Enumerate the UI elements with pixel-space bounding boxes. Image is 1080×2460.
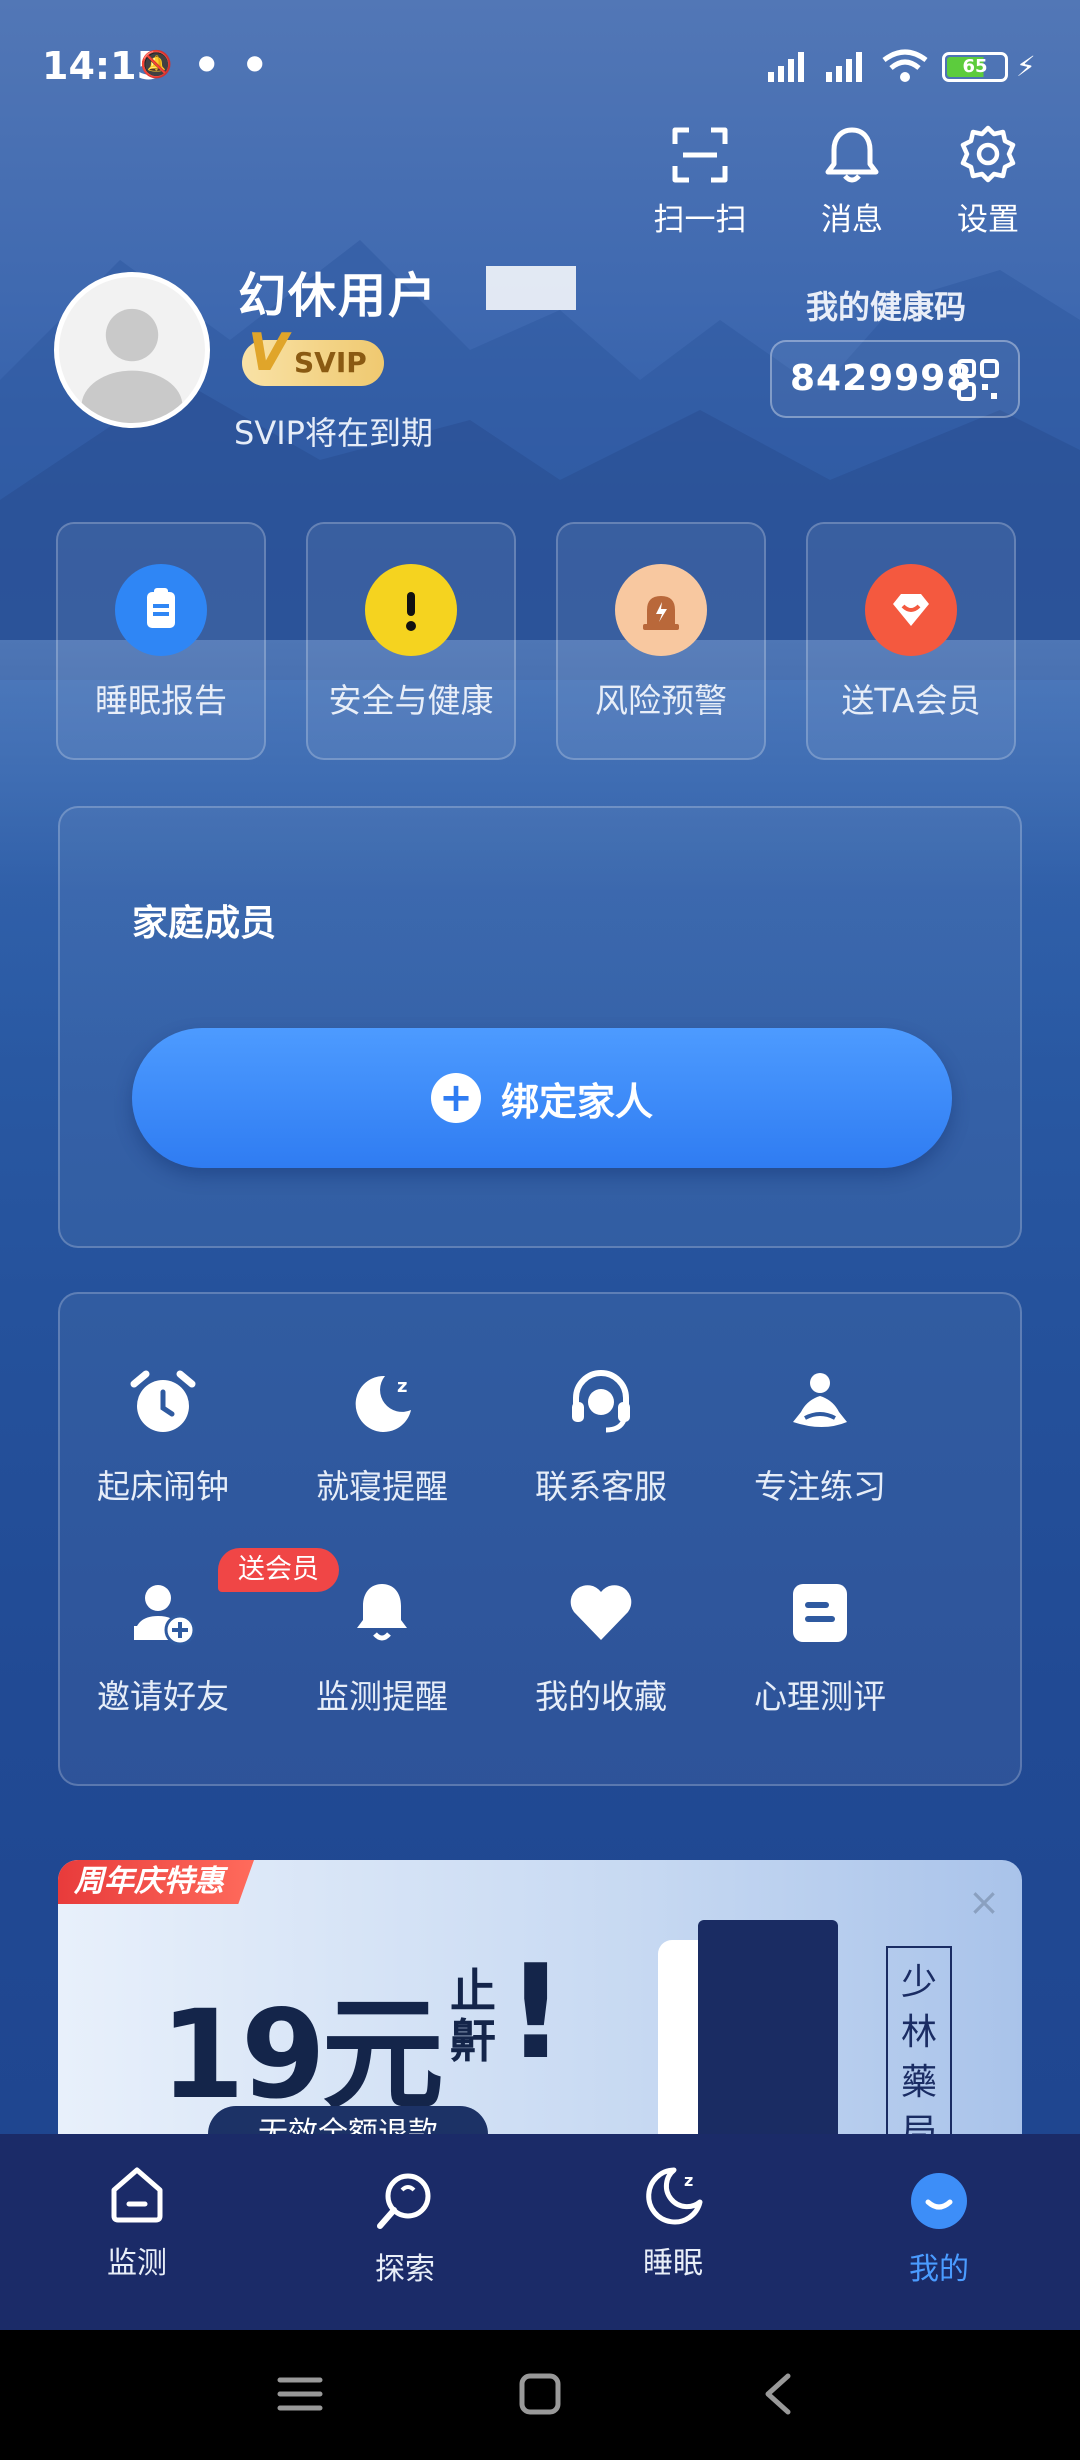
report-icon xyxy=(115,564,207,656)
app-notification-icon: ● xyxy=(246,50,264,74)
messages-label: 消息 xyxy=(821,202,883,238)
tool-label: 就寝提醒 xyxy=(316,1467,448,1506)
wifi-icon xyxy=(882,49,928,82)
promo-brand: 少林藥局 xyxy=(886,1946,952,2140)
assessment-icon xyxy=(793,1584,847,1642)
tool-label: 联系客服 xyxy=(535,1467,667,1506)
family-title: 家庭成员 xyxy=(132,903,277,944)
moon-icon: z xyxy=(646,2167,703,2225)
family-card: 家庭成员 + 绑定家人 xyxy=(58,806,1022,1248)
tool-label: 我的收藏 xyxy=(535,1677,667,1716)
nav-label: 我的 xyxy=(909,2252,969,2287)
tile-sleep-report[interactable]: 睡眠报告 xyxy=(56,522,266,760)
status-bar: 14:15 🔕 ● ● 65 ⚡ xyxy=(0,0,1080,130)
signal-icon xyxy=(768,52,804,82)
username[interactable]: 幻休用户 xyxy=(238,256,438,326)
promo-product-word: 止鼾 xyxy=(450,1964,496,2068)
system-nav-bar xyxy=(0,2330,1080,2460)
meditation-icon xyxy=(793,1373,847,1427)
add-user-icon xyxy=(134,1585,196,1646)
product-box-image xyxy=(698,1920,838,2140)
nav-label: 监测 xyxy=(107,2246,167,2281)
plus-icon: + xyxy=(430,1073,481,1123)
mute-bell-icon: 🔕 xyxy=(140,50,173,80)
tool-label: 监测提醒 xyxy=(316,1677,448,1716)
menu-icon[interactable] xyxy=(260,2364,340,2424)
svip-badge[interactable]: V SVIP xyxy=(242,327,384,386)
tool-focus-practice[interactable]: 专注练习 xyxy=(711,1366,929,1508)
vip-v-icon: V xyxy=(248,323,289,383)
smile-icon xyxy=(911,2173,967,2229)
home-square-icon[interactable] xyxy=(500,2364,580,2424)
tile-label: 送TA会员 xyxy=(841,681,981,720)
charging-icon: ⚡ xyxy=(1016,50,1036,83)
tile-label: 安全与健康 xyxy=(328,681,494,720)
bind-family-button[interactable]: + 绑定家人 xyxy=(132,1028,952,1168)
tool-invite-friends[interactable]: 邀请好友 xyxy=(54,1576,272,1718)
svg-text:z: z xyxy=(397,1376,407,1397)
nav-sleep[interactable]: z 睡眠 xyxy=(598,2162,748,2282)
vip-expiry-note: SVIP将在到期 xyxy=(234,414,433,452)
qr-code-icon xyxy=(957,359,999,401)
tool-wake-alarm[interactable]: 起床闹钟 xyxy=(54,1366,272,1508)
heart-icon xyxy=(570,1585,632,1640)
nav-label: 睡眠 xyxy=(643,2246,703,2281)
app-notification-icon: ● xyxy=(198,50,216,74)
battery-level: 65 xyxy=(947,57,1003,77)
bottom-nav: 监测 探索 z 睡眠 我的 xyxy=(0,2134,1080,2330)
tile-label: 睡眠报告 xyxy=(95,681,227,720)
battery-indicator: 65 xyxy=(942,52,1008,82)
close-icon[interactable]: × xyxy=(968,1880,1000,1924)
signal-icon xyxy=(826,52,862,82)
bell-icon xyxy=(357,1584,407,1641)
username-redaction xyxy=(486,266,576,310)
tile-gift-membership[interactable]: 送TA会员 xyxy=(806,522,1016,760)
tools-card: 起床闹钟 z 就寝提醒 联系客服 专注练习 邀请好友 送会员 监测提醒 我的收藏… xyxy=(58,1292,1022,1786)
nav-mine[interactable]: 我的 xyxy=(864,2168,1014,2288)
health-code-title: 我的健康码 xyxy=(806,288,967,326)
home-icon xyxy=(111,2167,163,2223)
settings-button[interactable]: 设置 xyxy=(928,124,1048,239)
tool-customer-service[interactable]: 联系客服 xyxy=(492,1366,710,1508)
scan-button[interactable]: 扫一扫 xyxy=(640,124,760,239)
settings-label: 设置 xyxy=(957,202,1019,238)
tool-favorites[interactable]: 我的收藏 xyxy=(492,1576,710,1718)
nav-label: 探索 xyxy=(375,2252,435,2287)
bind-family-label: 绑定家人 xyxy=(500,1079,653,1124)
alarm-light-icon xyxy=(615,564,707,656)
nav-monitor[interactable]: 监测 xyxy=(62,2162,212,2282)
moon-sleep-icon: z xyxy=(355,1375,411,1432)
bell-icon xyxy=(825,127,879,183)
diamond-gift-icon xyxy=(865,564,957,656)
exclamation-icon xyxy=(365,564,457,656)
scan-label: 扫一扫 xyxy=(653,202,747,238)
tool-psych-assessment[interactable]: 心理测评 xyxy=(711,1576,929,1718)
health-code-button[interactable]: 8429998 xyxy=(770,340,1020,418)
avatar[interactable] xyxy=(54,272,210,428)
health-code-value: 8429998 xyxy=(790,358,973,399)
tile-label: 风险预警 xyxy=(595,681,727,720)
default-avatar-icon xyxy=(59,277,205,423)
tool-label: 邀请好友 xyxy=(97,1677,229,1716)
messages-button[interactable]: 消息 xyxy=(792,124,912,239)
tool-label: 专注练习 xyxy=(754,1467,886,1506)
back-icon[interactable] xyxy=(740,2364,820,2424)
scan-icon xyxy=(672,127,728,183)
tool-label: 心理测评 xyxy=(754,1677,886,1716)
svip-label: SVIP xyxy=(294,346,367,379)
tool-label: 起床闹钟 xyxy=(97,1467,229,1506)
gear-icon xyxy=(960,125,1016,183)
tile-risk-alert[interactable]: 风险预警 xyxy=(556,522,766,760)
tool-monitor-reminder[interactable]: 监测提醒 xyxy=(273,1576,491,1718)
svg-text:z: z xyxy=(684,2171,693,2190)
headset-icon xyxy=(572,1370,630,1433)
nav-explore[interactable]: 探索 xyxy=(330,2168,480,2288)
promo-exclamation: ! xyxy=(506,1936,566,2088)
tile-safety-health[interactable]: 安全与健康 xyxy=(306,522,516,760)
promo-tag: 周年庆特惠 xyxy=(58,1860,254,1904)
alarm-clock-icon xyxy=(130,1370,196,1432)
tool-bedtime-reminder[interactable]: z 就寝提醒 xyxy=(273,1366,491,1508)
promo-banner[interactable]: 周年庆特惠 × 19元 止鼾 ! 无效全额退款 少林藥局 xyxy=(58,1860,1022,2140)
explore-icon xyxy=(377,2173,431,2229)
